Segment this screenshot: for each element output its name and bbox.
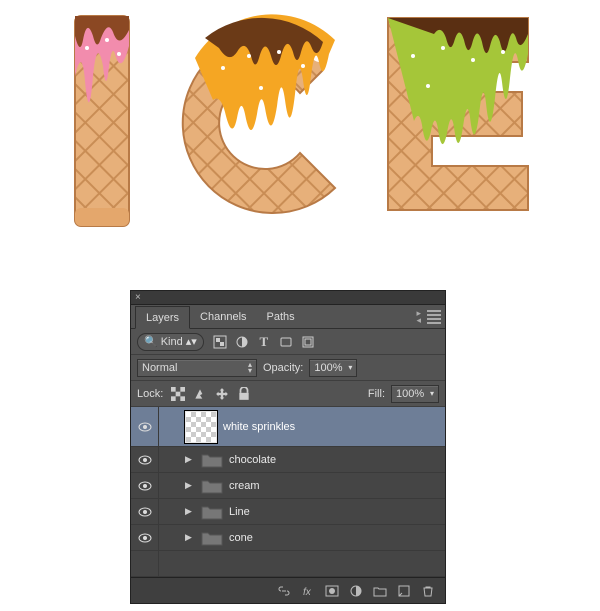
layer-empty-row [131,551,445,577]
fill-input[interactable]: 100% ▾ [391,385,439,403]
filter-adjustment-icon[interactable] [232,333,252,351]
lock-label: Lock: [137,388,163,400]
kind-label: Kind [161,336,183,348]
layer-style-icon[interactable]: fx [299,582,317,600]
blend-mode-dropdown[interactable]: Normal ▴▾ [137,359,257,377]
visibility-icon[interactable] [138,455,152,465]
layer-name: Line [229,506,250,518]
layer-thumbnail[interactable] [185,411,217,443]
link-layers-icon[interactable] [275,582,293,600]
opacity-value: 100% [314,362,342,374]
layer-white-sprinkles[interactable]: white sprinkles [131,407,445,447]
ice-artwork [0,0,600,275]
tab-channels[interactable]: Channels [190,305,256,328]
tab-label: Channels [200,311,246,323]
panel-tabs: Layers Channels Paths ▸◂ [131,305,445,329]
layer-group-chocolate[interactable]: ▶ chocolate [131,447,445,473]
blend-row: Normal ▴▾ Opacity: 100% ▾ [131,355,445,381]
fill-value: 100% [396,388,424,400]
visibility-icon[interactable] [138,422,152,432]
panel-footer: fx [131,577,445,603]
filter-smart-icon[interactable] [298,333,318,351]
folder-icon [201,452,223,468]
folder-icon [201,478,223,494]
letter-i [57,8,147,238]
blend-mode-value: Normal [142,362,177,374]
layer-name: white sprinkles [223,421,295,433]
twirl-icon[interactable]: ▶ [185,454,195,465]
filter-shape-icon[interactable] [276,333,296,351]
visibility-icon[interactable] [138,533,152,543]
tab-label: Layers [146,312,179,324]
layer-group-cone[interactable]: ▶ cone [131,525,445,551]
panel-collapse-icon[interactable]: ▸◂ [416,310,421,324]
panel-close-bar: × [131,291,445,305]
search-icon: 🔍 [144,335,158,348]
lock-position-icon[interactable] [213,386,231,402]
layer-name: cone [229,532,253,544]
visibility-icon[interactable] [138,507,152,517]
folder-icon [201,504,223,520]
opacity-label: Opacity: [263,362,303,374]
filter-pixel-icon[interactable] [210,333,230,351]
fill-label: Fill: [368,388,385,400]
letter-c [165,8,355,238]
adjustment-layer-icon[interactable] [347,582,365,600]
new-layer-icon[interactable] [395,582,413,600]
twirl-icon[interactable]: ▶ [185,480,195,491]
layer-group-line[interactable]: ▶ Line [131,499,445,525]
lock-all-icon[interactable] [235,386,253,402]
layer-name: chocolate [229,454,276,466]
panel-menu-icon[interactable] [427,310,441,324]
tab-paths[interactable]: Paths [257,305,305,328]
layer-list: white sprinkles ▶ chocolate ▶ cr [131,407,445,577]
layers-panel: × Layers Channels Paths ▸◂ 🔍 Kind ▴▾ T [130,290,446,604]
filter-type-icon[interactable]: T [254,333,274,351]
layer-name: cream [229,480,260,492]
lock-transparency-icon[interactable] [169,386,187,402]
tab-label: Paths [267,311,295,323]
twirl-icon[interactable]: ▶ [185,506,195,517]
delete-layer-icon[interactable] [419,582,437,600]
lock-row: Lock: Fill: 100% ▾ [131,381,445,407]
layer-mask-icon[interactable] [323,582,341,600]
panel-close-icon[interactable]: × [135,292,141,303]
tab-layers[interactable]: Layers [135,306,190,329]
svg-text:fx: fx [303,587,312,598]
layer-group-cream[interactable]: ▶ cream [131,473,445,499]
visibility-icon[interactable] [138,481,152,491]
twirl-icon[interactable]: ▶ [185,532,195,543]
kind-filter-dropdown[interactable]: 🔍 Kind ▴▾ [137,333,204,351]
opacity-input[interactable]: 100% ▾ [309,359,357,377]
folder-icon [201,530,223,546]
new-group-icon[interactable] [371,582,389,600]
letter-e [373,8,543,238]
lock-pixels-icon[interactable] [191,386,209,402]
filter-row: 🔍 Kind ▴▾ T [131,329,445,355]
